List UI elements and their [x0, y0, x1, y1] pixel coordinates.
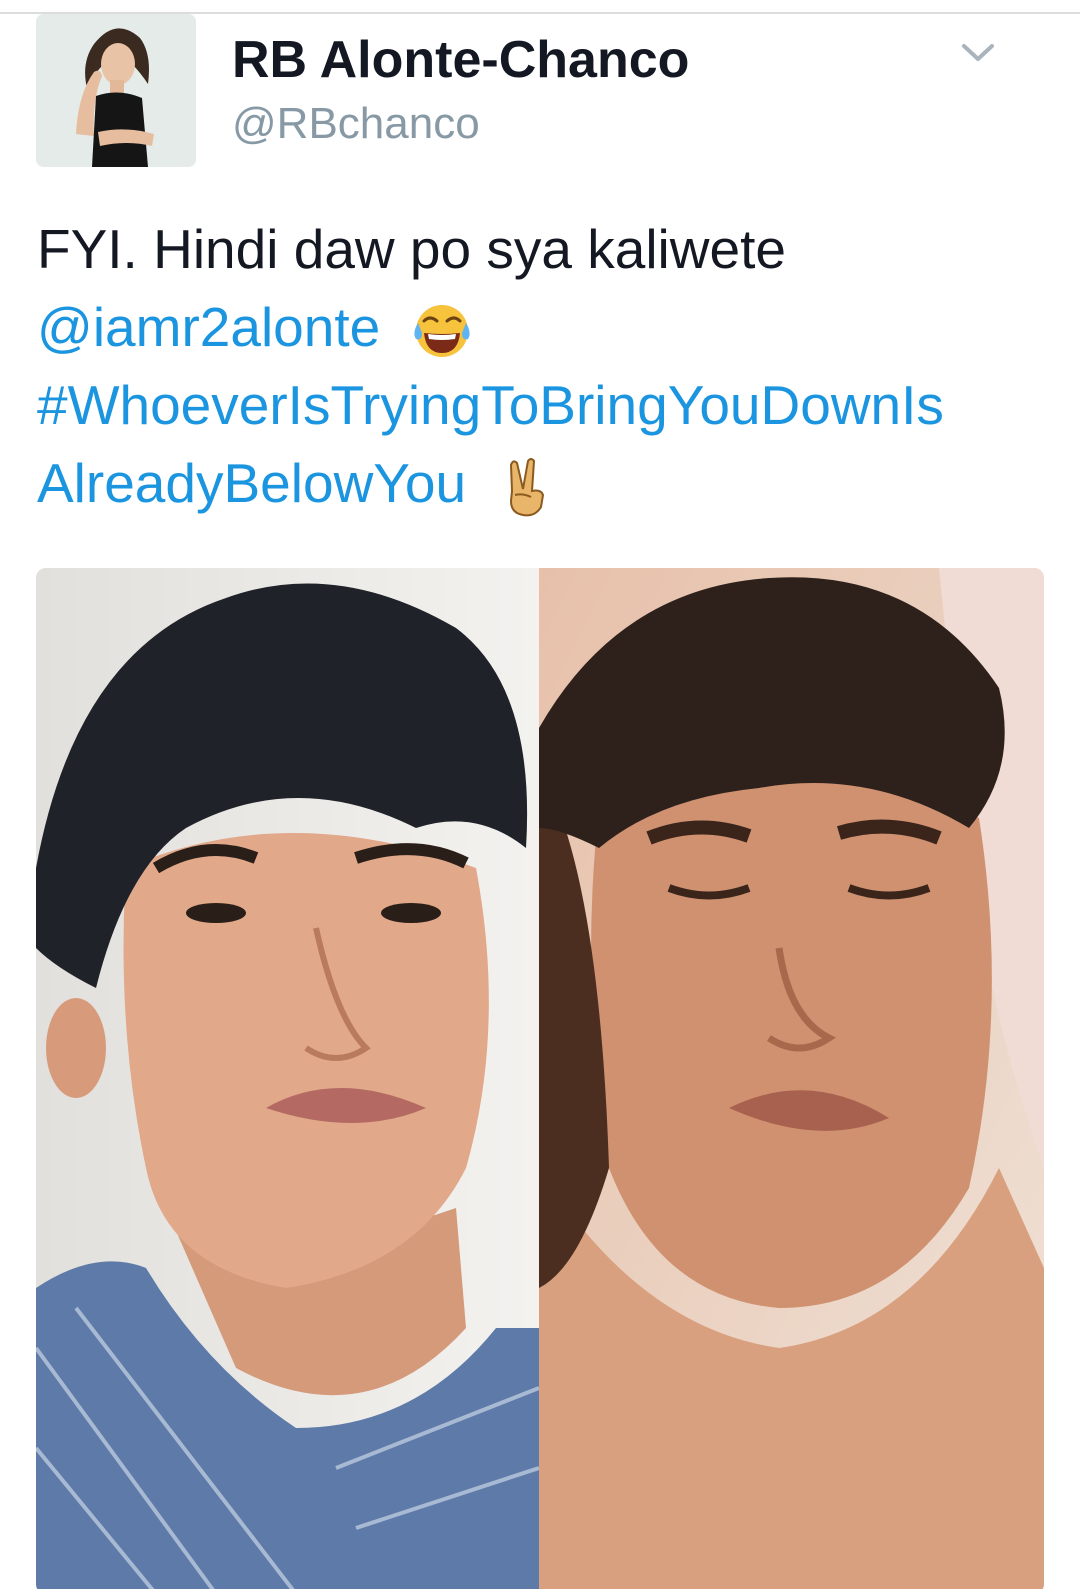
chevron-down-icon[interactable]	[958, 36, 998, 68]
media-container[interactable]	[36, 568, 1044, 1594]
hashtag-line-2: AlreadyBelowYou	[37, 444, 1047, 522]
user-handle[interactable]: @RBchanco	[232, 99, 480, 149]
avatar[interactable]	[36, 14, 196, 167]
left-photo[interactable]	[36, 568, 539, 1594]
victory-hand-emoji-icon	[495, 455, 559, 519]
tears-of-joy-emoji-icon	[410, 299, 474, 363]
tweet-text: FYI. Hindi daw po sya kaliwete @iamr2alo…	[37, 210, 1047, 522]
display-name[interactable]: RB Alonte-Chanco	[232, 30, 689, 90]
hashtag-link[interactable]: #WhoeverIsTryingToBringYouDownIs	[37, 374, 944, 436]
tweet-text-line: FYI. Hindi daw po sya kaliwete	[37, 218, 786, 280]
hashtag-link-continued[interactable]: AlreadyBelowYou	[37, 452, 466, 514]
mention-link[interactable]: @iamr2alonte	[37, 296, 380, 358]
mention-line: @iamr2alonte	[37, 288, 1047, 366]
bottom-rule	[0, 1589, 1080, 1594]
hashtag-line-1: #WhoeverIsTryingToBringYouDownIs	[37, 366, 1047, 444]
top-divider	[0, 0, 1080, 14]
right-photo[interactable]	[539, 568, 1044, 1594]
